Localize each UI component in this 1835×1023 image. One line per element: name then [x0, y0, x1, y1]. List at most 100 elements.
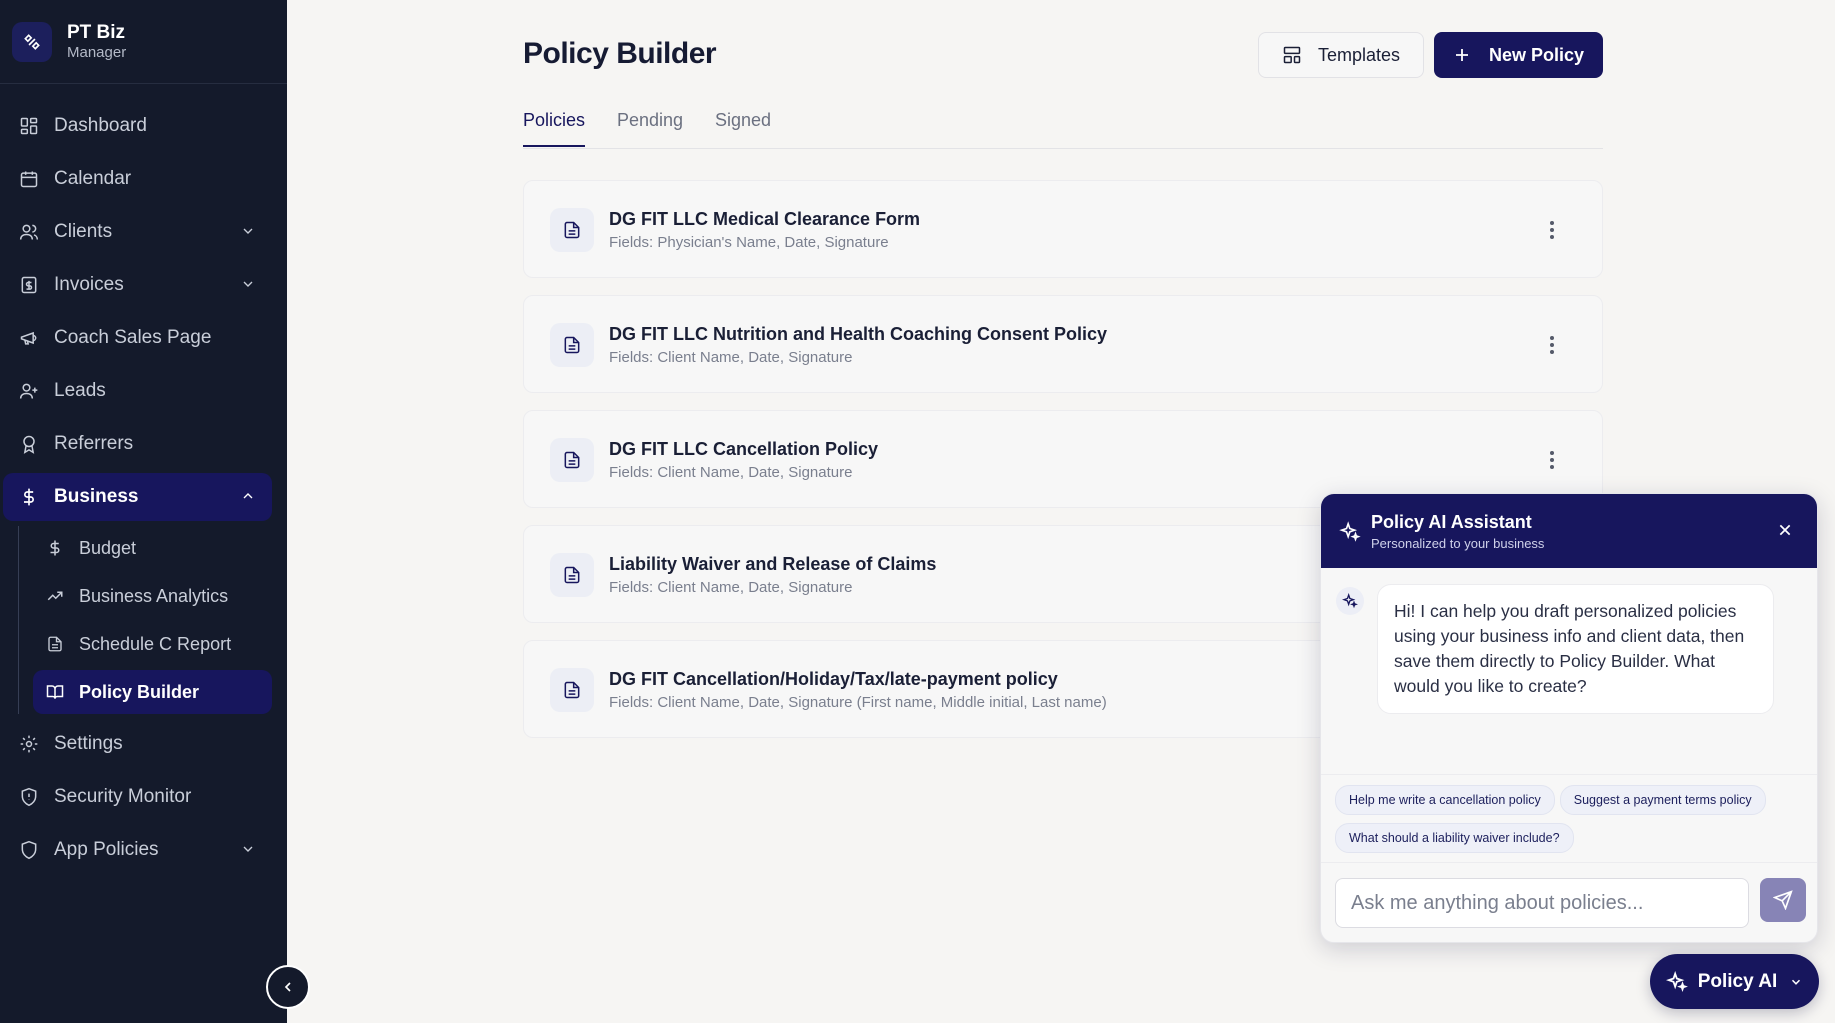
sidebar-item-label: Policy Builder [79, 681, 200, 702]
tab-bar: Policies Pending Signed [523, 106, 1603, 149]
templates-label: Templates [1317, 44, 1401, 65]
send-button[interactable] [1760, 878, 1806, 922]
sidebar-item-business-analytics[interactable]: Business Analytics [33, 574, 272, 618]
sidebar-item-label: Leads [54, 380, 106, 401]
more-options-button[interactable] [1542, 217, 1562, 243]
policy-fields: Fields: Client Name, Date, Signature [609, 464, 853, 481]
sparkles-icon [1342, 593, 1358, 609]
file-text-icon [550, 668, 594, 712]
shield-icon [18, 839, 40, 861]
brand-name: PT Biz [67, 21, 126, 43]
file-text-icon [550, 323, 594, 367]
policy-title: DG FIT Cancellation/Holiday/Tax/late-pay… [609, 669, 1058, 689]
chat-input[interactable] [1335, 878, 1749, 928]
chat-subtitle: Personalized to your business [1371, 536, 1545, 551]
policy-ai-label: Policy AI [1697, 970, 1778, 992]
dashboard-icon [18, 115, 40, 137]
sidebar-item-label: Clients [54, 221, 113, 242]
new-policy-label: New Policy [1488, 44, 1585, 65]
document-icon [45, 634, 65, 654]
sidebar-item-app-policies[interactable]: App Policies [3, 826, 272, 874]
policy-fields: Fields: Client Name, Date, Signature (Fi… [609, 694, 1107, 711]
suggestion-chips: Help me write a cancellation policy Sugge… [1321, 774, 1817, 856]
sidebar-collapse-button[interactable] [266, 965, 310, 1009]
brand-role: Manager [67, 43, 127, 61]
chat-close-button[interactable] [1775, 520, 1795, 540]
assistant-avatar [1336, 587, 1364, 615]
policy-title: Liability Waiver and Release of Claims [609, 554, 937, 574]
more-vertical-icon [1550, 221, 1554, 239]
chevron-up-icon [243, 493, 253, 499]
sidebar-item-clients[interactable]: Clients [3, 208, 272, 256]
sidebar-nav: Dashboard Calendar Clients Invoices Coac… [0, 84, 287, 874]
megaphone-icon [18, 327, 40, 349]
suggestion-chip[interactable]: Help me write a cancellation policy [1335, 785, 1555, 815]
page-title: Policy Builder [523, 37, 717, 70]
suggestion-chip[interactable]: What should a liability waiver include? [1335, 823, 1574, 853]
file-text-icon [550, 208, 594, 252]
brand: PT Biz Manager [0, 0, 287, 84]
sidebar-item-business[interactable]: Business [3, 473, 272, 521]
sidebar-item-label: Coach Sales Page [54, 327, 212, 348]
sidebar-item-label: Schedule C Report [79, 633, 232, 654]
chat-header: Policy AI Assistant Personalized to your… [1321, 494, 1817, 568]
sidebar-item-label: Business [54, 486, 139, 507]
sidebar-item-label: Security Monitor [54, 786, 192, 807]
sidebar-item-leads[interactable]: Leads [3, 367, 272, 415]
policy-ai-toggle-button[interactable]: Policy AI [1650, 954, 1819, 1009]
sidebar-item-settings[interactable]: Settings [3, 720, 272, 768]
sidebar-item-policy-builder[interactable]: Policy Builder [33, 670, 272, 714]
policy-card[interactable]: DG FIT LLC Nutrition and Health Coaching… [523, 295, 1603, 393]
policy-card[interactable]: DG FIT LLC Medical Clearance Form Fields… [523, 180, 1603, 278]
gear-icon [18, 733, 40, 755]
more-options-button[interactable] [1542, 332, 1562, 358]
invoice-icon [18, 274, 40, 296]
sidebar-item-label: App Policies [54, 839, 159, 860]
sidebar-item-budget[interactable]: Budget [33, 526, 272, 570]
new-policy-button[interactable]: New Policy [1434, 32, 1603, 78]
sidebar: PT Biz Manager Dashboard Calendar Client… [0, 0, 287, 1023]
policy-ai-chat-panel: Policy AI Assistant Personalized to your… [1320, 493, 1818, 943]
business-subnav: Budget Business Analytics Schedule C Rep… [18, 526, 287, 714]
tab-signed[interactable]: Signed [715, 110, 771, 145]
sidebar-item-security-monitor[interactable]: Security Monitor [3, 773, 272, 821]
sidebar-item-label: Settings [54, 733, 123, 754]
shield-icon [18, 786, 40, 808]
file-text-icon [550, 438, 594, 482]
sidebar-item-invoices[interactable]: Invoices [3, 261, 272, 309]
policy-fields: Fields: Client Name, Date, Signature [609, 579, 853, 596]
sidebar-item-schedule-c-report[interactable]: Schedule C Report [33, 622, 272, 666]
sidebar-item-referrers[interactable]: Referrers [3, 420, 272, 468]
more-options-button[interactable] [1542, 447, 1562, 473]
suggestion-chip[interactable]: Suggest a payment terms policy [1559, 785, 1766, 815]
chat-input-row [1321, 862, 1817, 942]
sidebar-item-label: Dashboard [54, 115, 147, 136]
templates-button[interactable]: Templates [1258, 32, 1424, 78]
book-open-icon [45, 682, 65, 702]
policy-fields: Fields: Client Name, Date, Signature [609, 349, 853, 366]
sidebar-item-label: Calendar [54, 168, 132, 189]
sidebar-item-calendar[interactable]: Calendar [3, 155, 272, 203]
sidebar-item-dashboard[interactable]: Dashboard [3, 102, 272, 150]
policy-fields: Fields: Physician's Name, Date, Signatur… [609, 234, 889, 251]
plus-icon [1453, 46, 1471, 64]
policy-title: DG FIT LLC Cancellation Policy [609, 439, 879, 459]
page-header: Policy Builder Templates New Policy [523, 32, 1603, 78]
brand-logo-icon [12, 21, 52, 62]
chevron-down-icon [243, 846, 253, 852]
award-icon [18, 433, 40, 455]
sparkles-icon [1665, 970, 1688, 993]
chevron-down-icon [243, 281, 253, 287]
calendar-icon [18, 168, 40, 190]
dollar-icon [45, 538, 65, 558]
sidebar-item-coach-sales-page[interactable]: Coach Sales Page [3, 314, 272, 362]
sparkles-icon [1339, 521, 1361, 548]
layout-template-icon [1282, 45, 1302, 65]
trend-up-icon [45, 586, 65, 606]
chevron-down-icon [1789, 975, 1803, 989]
sidebar-item-label: Invoices [54, 274, 124, 295]
tab-pending[interactable]: Pending [617, 110, 683, 145]
send-icon [1773, 890, 1793, 910]
tab-policies[interactable]: Policies [523, 110, 586, 147]
more-vertical-icon [1550, 451, 1554, 469]
